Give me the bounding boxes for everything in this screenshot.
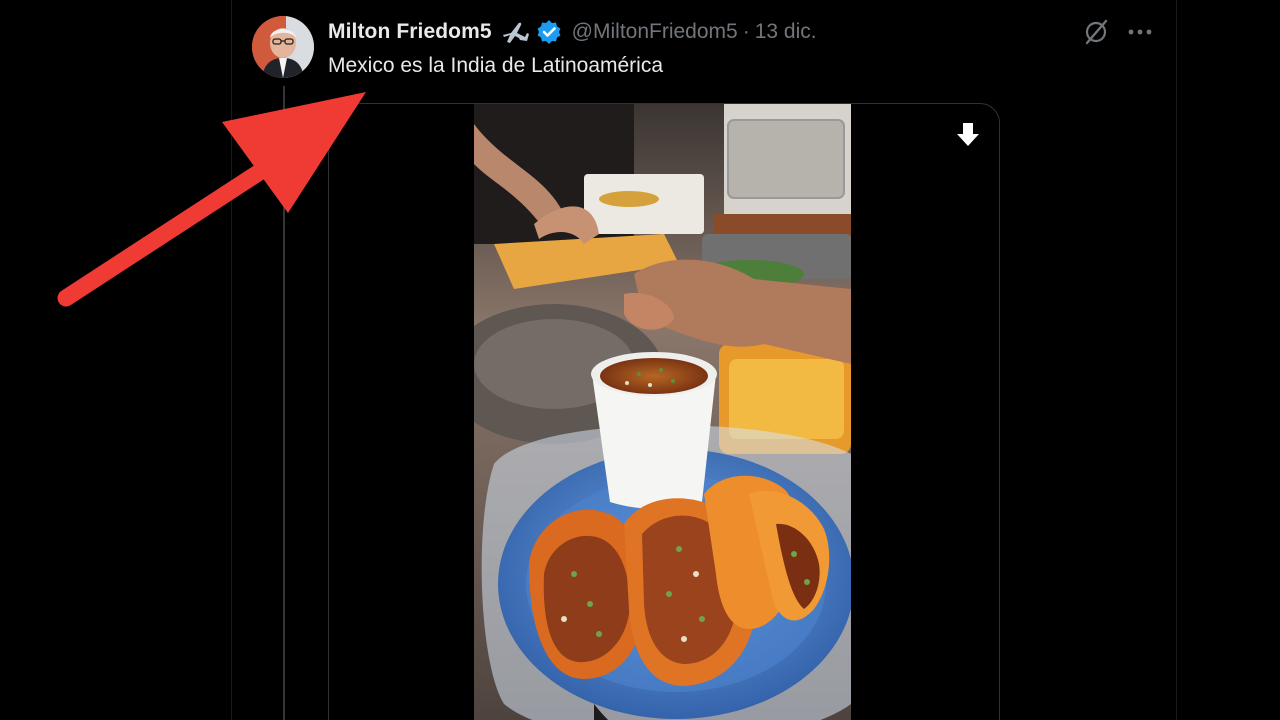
avatar[interactable]	[252, 16, 314, 78]
handle[interactable]: @MiltonFriedom5	[572, 20, 738, 44]
tweet-text: Mexico es la India de Latinoamérica	[328, 54, 664, 77]
download-icon[interactable]	[953, 120, 983, 150]
media-container[interactable]	[328, 103, 1000, 720]
verified-badge-icon	[536, 19, 562, 45]
video-player[interactable]	[474, 104, 851, 720]
tweet-header: Milton Friedom5 @MiltonFriedom5 · 13 dic…	[328, 16, 817, 48]
post-date[interactable]: 13 dic.	[755, 20, 817, 44]
timeline-right-border	[1176, 0, 1177, 720]
taco-food-photo	[474, 104, 851, 720]
more-options-icon[interactable]	[1126, 18, 1154, 46]
grok-icon[interactable]	[1082, 18, 1110, 46]
airplane-icon	[500, 20, 530, 44]
thread-line	[283, 86, 285, 720]
display-name[interactable]: Milton Friedom5	[328, 20, 492, 44]
timeline-left-border	[231, 0, 232, 720]
separator-dot: ·	[742, 20, 750, 43]
tweet-screenshot: Milton Friedom5 @MiltonFriedom5 · 13 dic…	[0, 0, 1280, 720]
